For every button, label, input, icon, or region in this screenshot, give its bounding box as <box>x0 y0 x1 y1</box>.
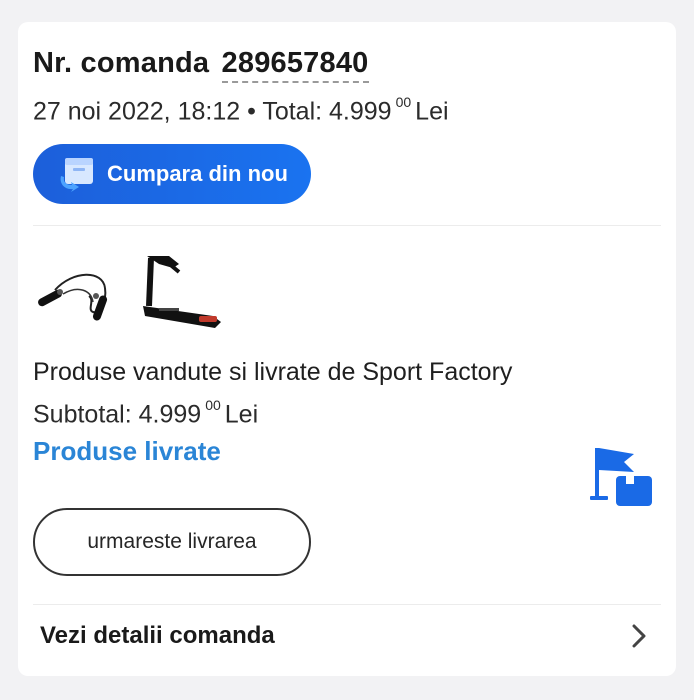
treadmill-image[interactable] <box>139 250 229 340</box>
order-date-total: 27 noi 2022, 18:12 • Total: 4.999 <box>33 97 392 126</box>
track-delivery-button[interactable]: urmareste livrarea <box>33 508 311 576</box>
order-total-decimals: 00 <box>395 94 412 110</box>
jump-rope-image[interactable] <box>33 250 123 340</box>
chevron-right-icon <box>629 622 649 650</box>
order-details-label: Vezi detalii comanda <box>40 622 275 649</box>
subtotal-currency: Lei <box>224 400 259 429</box>
order-number[interactable]: 289657840 <box>221 47 369 83</box>
order-card: Nr. comanda 289657840 27 noi 2022, 18:12… <box>18 22 676 676</box>
order-details-link[interactable]: Vezi detalii comanda <box>33 604 661 668</box>
product-thumbnails <box>33 250 229 340</box>
order-title-prefix: Nr. comanda <box>33 47 210 79</box>
reorder-label: Cumpara din nou <box>107 161 288 186</box>
subtotal-decimals: 00 <box>205 397 221 413</box>
reorder-box-icon <box>57 154 97 194</box>
subtotal-label: Subtotal: 4.999 <box>33 400 202 429</box>
delivery-status: Produse livrate <box>33 436 221 466</box>
order-title: Nr. comanda 289657840 <box>33 47 369 83</box>
order-meta: 27 noi 2022, 18:12 • Total: 4.999 00 Lei <box>33 94 449 126</box>
track-delivery-label: urmareste livrarea <box>87 530 257 553</box>
order-currency: Lei <box>415 97 449 126</box>
seller-label: Produse vandute si livrate de Sport Fact… <box>33 358 513 386</box>
divider <box>33 225 661 226</box>
delivered-flag-icon <box>590 442 658 514</box>
reorder-button[interactable]: Cumpara din nou <box>33 144 311 204</box>
subtotal: Subtotal: 4.999 00 Lei <box>33 397 259 429</box>
